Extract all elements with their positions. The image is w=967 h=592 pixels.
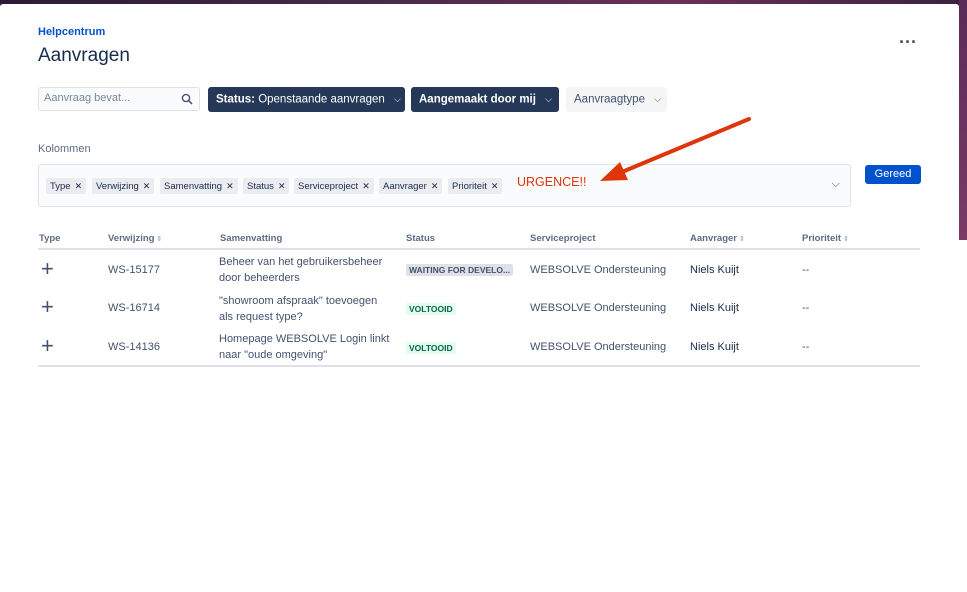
table-row-ref[interactable]: WS-15177 [108, 264, 160, 276]
table-row-priority: -- [802, 264, 810, 276]
table-row-requester: Niels Kuijt [690, 302, 739, 314]
column-header-aanvrager[interactable]: Aanvrager ⇕ [690, 233, 745, 244]
table-row-summary[interactable]: Beheer van het gebruikersbeheer door beh… [219, 254, 394, 286]
plus-icon: + [41, 256, 54, 281]
sort-icon: ⇕ [156, 236, 163, 243]
table-bottom-divider [38, 365, 920, 367]
column-header-prioriteit[interactable]: Prioriteit ⇕ [802, 233, 849, 244]
column-header-label: Verwijzing [108, 233, 155, 244]
plus-icon: + [41, 294, 54, 319]
table-row-ref[interactable]: WS-16714 [108, 302, 160, 314]
table-row-requester: Niels Kuijt [690, 264, 739, 276]
column-header-verwijzing[interactable]: Verwijzing ⇕ [108, 233, 162, 244]
table-row-project: WEBSOLVE Ondersteuning [530, 302, 667, 314]
table-row-ref[interactable]: WS-14136 [108, 341, 160, 353]
column-header-label: Prioriteit [802, 233, 842, 244]
annotation-arrow-icon [600, 117, 751, 181]
table-row-requester: Niels Kuijt [690, 341, 739, 353]
table-row-priority: -- [802, 341, 810, 353]
sort-icon: ⇕ [739, 236, 745, 243]
column-header-type: Type [39, 233, 61, 244]
status-badge: VOLTOOID [406, 342, 456, 354]
column-header-serviceproject: Serviceproject [530, 233, 596, 244]
table-header-divider [38, 248, 920, 250]
status-badge: VOLTOOID [406, 303, 456, 315]
column-header-status: Status [406, 233, 436, 244]
table-row-project: WEBSOLVE Ondersteuning [530, 341, 667, 353]
column-header-label: Aanvrager [690, 233, 737, 244]
sort-icon: ⇕ [843, 236, 849, 243]
table-row-summary[interactable]: "showroom afspraak" toevoegen als reques… [219, 293, 394, 325]
plus-icon: + [41, 333, 54, 358]
status-badge: WAITING FOR DEVELO... [406, 264, 514, 276]
table-row-project: WEBSOLVE Ondersteuning [530, 264, 667, 276]
table-row-summary[interactable]: Homepage WEBSOLVE Login linkt naar "oude… [219, 331, 394, 363]
column-header-samenvatting: Samenvatting [220, 233, 283, 244]
table-row-priority: -- [802, 302, 810, 314]
